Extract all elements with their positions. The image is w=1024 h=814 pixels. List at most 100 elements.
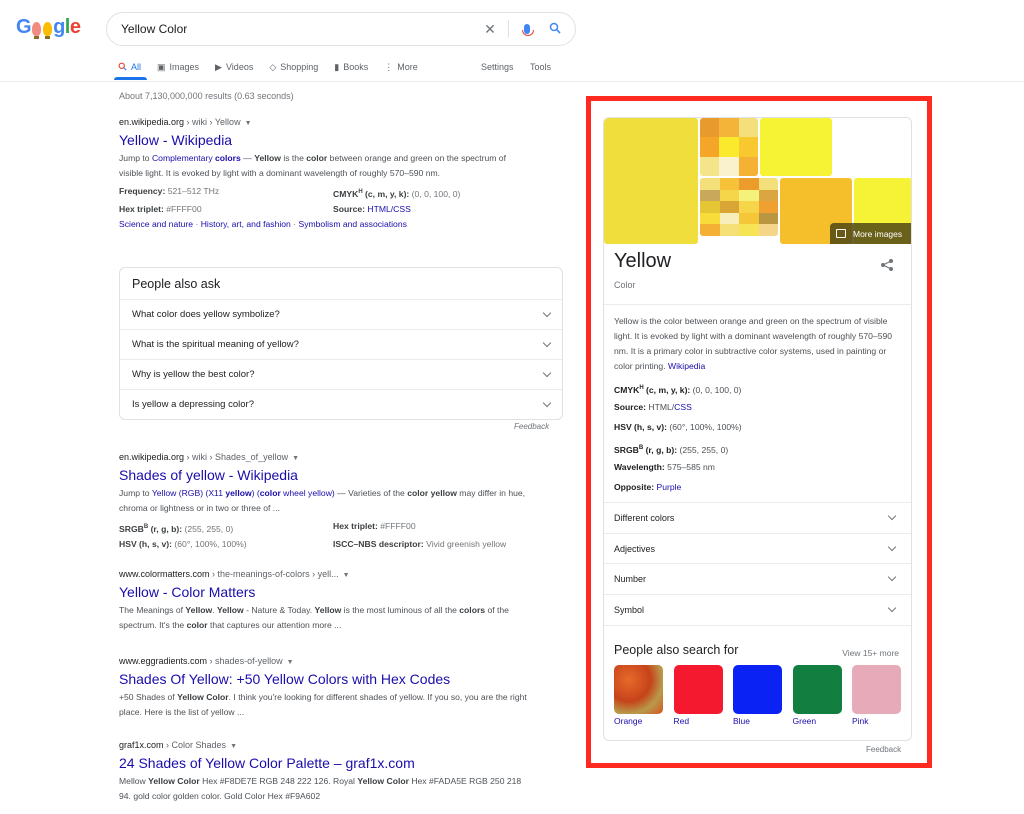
result-title[interactable]: Yellow - Color Matters <box>119 583 529 601</box>
jump-link[interactable]: Yellow (RGB) (X11 yellow) (color wheel y… <box>152 488 335 498</box>
search-icon[interactable] <box>541 21 569 37</box>
caret-down-icon[interactable]: ▼ <box>230 743 237 750</box>
image-gallery[interactable]: More images <box>604 118 911 244</box>
accordion-different-colors[interactable]: Different colors <box>604 502 911 532</box>
chevron-down-icon <box>542 308 552 317</box>
kp-feedback-link[interactable]: Feedback <box>866 745 901 754</box>
fact: Frequency: 521–512 THz <box>119 186 220 196</box>
tab-books[interactable]: ▮ Books <box>334 60 368 74</box>
tab-shopping[interactable]: ◇ Shopping <box>269 60 318 74</box>
result-title[interactable]: 24 Shades of Yellow Color Palette – graf… <box>119 754 529 772</box>
accordion-number[interactable]: Number <box>604 563 911 593</box>
purple-link[interactable]: Purple <box>657 482 682 492</box>
search-box[interactable]: Yellow Color ✕ <box>106 12 576 46</box>
fact: Opposite: Purple <box>614 482 682 492</box>
search-input[interactable]: Yellow Color <box>121 22 476 36</box>
tab-videos[interactable]: ▶ Videos <box>215 60 253 74</box>
chevron-down-icon <box>542 398 552 407</box>
result-url: graf1x.com › Color Shades ▼ <box>119 740 237 750</box>
color-image[interactable] <box>700 178 778 236</box>
caret-down-icon[interactable]: ▼ <box>287 659 294 666</box>
jump-link[interactable]: colors <box>215 153 241 163</box>
paa-question[interactable]: What color does yellow symbolize? <box>120 299 562 329</box>
pasf-item-green[interactable]: Green <box>792 665 853 726</box>
people-also-search-list: Orange Red Blue Green Pink <box>614 665 911 726</box>
more-vert-icon: ⋮ <box>384 61 394 72</box>
kp-divider <box>604 304 911 305</box>
accordion-adjectives[interactable]: Adjectives <box>604 533 911 563</box>
color-image[interactable] <box>604 118 698 244</box>
search-result: www.colormatters.com › the-meanings-of-c… <box>119 569 529 633</box>
result-title[interactable]: Shades of yellow - Wikipedia <box>119 466 529 484</box>
bulb-icon <box>43 21 53 39</box>
css-link[interactable]: CSS <box>674 402 692 412</box>
pasf-item-pink[interactable]: Pink <box>852 665 911 726</box>
paa-feedback-link[interactable]: Feedback <box>514 422 549 431</box>
fact: Hex triplet: #FFFF00 <box>119 203 202 214</box>
settings-link[interactable]: Settings <box>481 60 514 74</box>
pasf-item-red[interactable]: Red <box>673 665 734 726</box>
share-icon[interactable] <box>879 258 895 272</box>
tab-label: Images <box>169 62 200 72</box>
tab-label: Videos <box>225 62 254 72</box>
result-path: › wiki › Yellow <box>184 117 241 127</box>
view-more-link[interactable]: View 15+ more <box>842 648 899 658</box>
kp-title: Yellow <box>614 250 672 272</box>
fact: Source: HTML/CSS <box>333 203 411 214</box>
play-icon: ▶ <box>215 61 222 72</box>
kp-subtitle: Color <box>614 280 636 290</box>
orange-image <box>614 665 663 714</box>
result-snippet: Jump to Complementary colors — Yellow is… <box>119 153 506 178</box>
result-title[interactable]: Yellow - Wikipedia <box>119 131 529 149</box>
tab-label: Shopping <box>280 62 319 72</box>
paa-title: People also ask <box>132 277 221 291</box>
tab-label: Books <box>343 62 369 72</box>
search-result: www.eggradients.com › shades-of-yellow ▼ … <box>119 656 529 720</box>
search-result: graf1x.com › Color Shades ▼ 24 Shades of … <box>119 740 529 804</box>
wikipedia-link[interactable]: Wikipedia <box>668 361 705 371</box>
paa-question[interactable]: Why is yellow the best color? <box>120 359 562 389</box>
jump-link[interactable]: Complementary <box>152 153 215 163</box>
result-snippet: Jump to Yellow (RGB) (X11 yellow) (color… <box>119 488 526 513</box>
caret-down-icon[interactable]: ▼ <box>343 572 350 579</box>
people-also-ask: People also ask What color does yellow s… <box>119 267 563 420</box>
kp-description: Yellow is the color between orange and g… <box>614 316 893 371</box>
blue-swatch <box>733 665 782 714</box>
knowledge-panel: More images Yellow Color Yellow is the c… <box>603 117 912 741</box>
more-images-button[interactable]: More images <box>830 223 911 244</box>
result-title[interactable]: Shades Of Yellow: +50 Yellow Colors with… <box>119 670 529 688</box>
sitelink[interactable]: Symbolism and associations <box>298 219 406 229</box>
color-image[interactable] <box>760 118 832 176</box>
fact: SRGBB (r, g, b): (255, 255, 0) <box>614 444 729 455</box>
accordion-symbol[interactable]: Symbol <box>604 594 911 624</box>
tab-label: All <box>131 62 142 72</box>
chevron-down-icon <box>542 368 552 377</box>
pink-swatch <box>852 665 901 714</box>
kp-facts: CMYKH (c, m, y, k): (0, 0, 100, 0) Sourc… <box>614 380 742 500</box>
fact: Wavelength: 575–585 nm <box>614 462 715 472</box>
pasf-item-orange[interactable]: Orange <box>614 665 674 726</box>
search-result: en.wikipedia.org › wiki › Yellow ▼ Yellow… <box>119 117 529 229</box>
tab-all[interactable]: All <box>113 60 148 80</box>
tag-icon: ◇ <box>269 61 277 72</box>
caret-down-icon[interactable]: ▼ <box>245 120 252 127</box>
green-swatch <box>792 665 842 714</box>
fact: SRGBB (r, g, b): (255, 255, 0) <box>119 523 234 534</box>
close-icon[interactable]: ✕ <box>476 21 504 38</box>
mic-icon[interactable] <box>513 21 541 37</box>
sitelink[interactable]: History, art, and fashion <box>201 219 291 229</box>
sitelink[interactable]: Science and nature <box>119 219 193 229</box>
paa-question[interactable]: What is the spiritual meaning of yellow? <box>120 329 562 359</box>
color-image[interactable] <box>700 118 758 176</box>
caret-down-icon[interactable]: ▼ <box>292 455 299 462</box>
tab-images[interactable]: ▣ Images <box>157 60 199 74</box>
fact: HSV (h, s, v): (60°, 100%, 100%) <box>119 538 247 549</box>
pasf-item-blue[interactable]: Blue <box>733 665 793 726</box>
chevron-down-icon <box>542 338 552 347</box>
paa-question[interactable]: Is yellow a depressing color? <box>120 389 562 419</box>
bulb-icon <box>32 21 42 39</box>
tab-more[interactable]: ⋮ More <box>384 60 418 74</box>
kp-divider <box>604 625 911 626</box>
tools-link[interactable]: Tools <box>530 60 551 74</box>
google-logo[interactable]: G g l e <box>16 16 81 39</box>
